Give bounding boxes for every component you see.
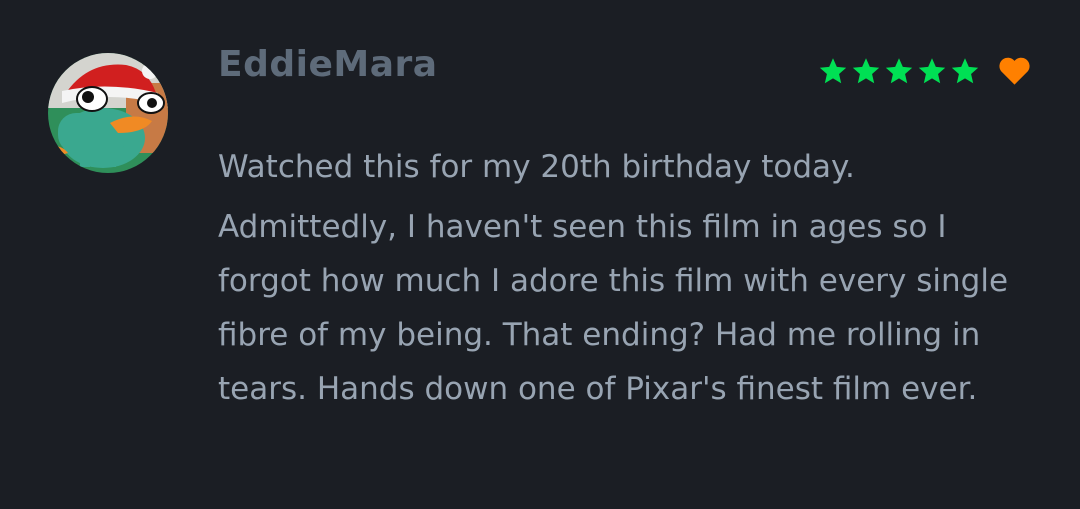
heart-icon[interactable]: [998, 56, 1031, 86]
star-icon: [918, 58, 946, 84]
star-icon: [852, 58, 880, 84]
username[interactable]: EddieMara: [218, 44, 438, 85]
review-card: EddieMara Watched this for my 20th birth…: [0, 0, 1080, 509]
star-icon: [951, 58, 979, 84]
avatar-image: [48, 53, 168, 173]
star-icon: [885, 58, 913, 84]
star-icon: [819, 58, 847, 84]
user-avatar[interactable]: [48, 53, 168, 173]
review-paragraph: Watched this for my 20th birthday today.: [218, 149, 855, 185]
review-paragraph: Admittedly, I haven't seen this film in …: [218, 209, 1009, 407]
rating: [818, 56, 1031, 86]
review-body: Watched this for my 20th birthday today.…: [218, 140, 1028, 416]
